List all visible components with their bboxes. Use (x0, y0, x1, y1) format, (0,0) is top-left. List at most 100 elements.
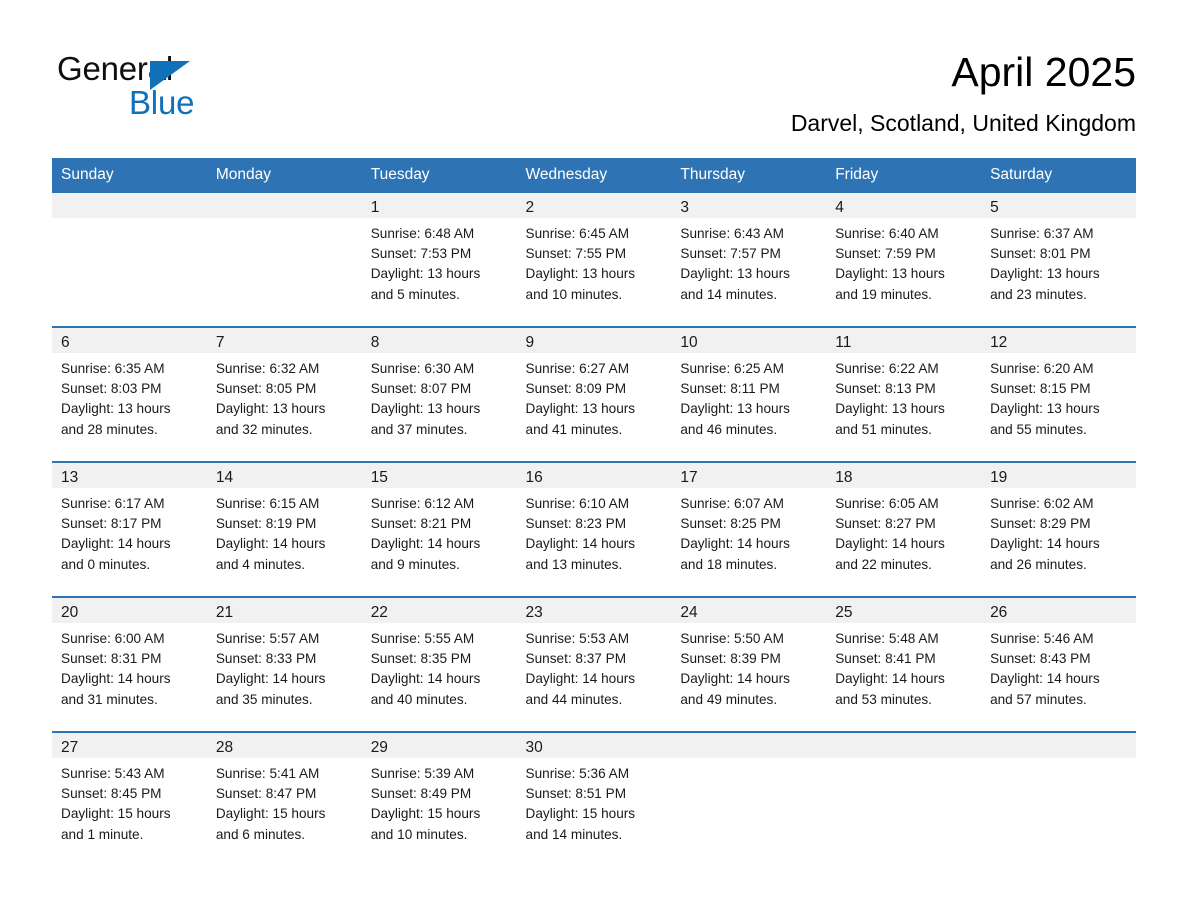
sunrise-text: Sunrise: 6:48 AM (370, 226, 475, 241)
day-number: 18 (826, 463, 982, 488)
daylight-text: Daylight: 14 hours and 0 minutes. (61, 536, 171, 572)
sunrise-text: Sunrise: 5:55 AM (370, 631, 475, 646)
calendar-day-cell[interactable]: 3 Sunrise: 6:43 AM Sunset: 7:57 PM Daylight… (671, 193, 827, 327)
day-cell-inner: 16 Sunrise: 6:10 AM Sunset: 8:23 PM Dayligh… (516, 463, 672, 596)
calendar-day-cell[interactable]: 27 Sunrise: 5:43 AM Sunset: 8:45 PM Dayligh… (52, 731, 207, 853)
day-number: 2 (516, 193, 672, 218)
day-cell-details: Sunrise: 6:20 AM Sunset: 8:15 PM Daylight:… (981, 353, 1136, 440)
calendar-day-cell[interactable]: 21 Sunrise: 5:57 AM Sunset: 8:33 PM Dayligh… (206, 596, 362, 732)
day-cell-details: Sunrise: 6:10 AM Sunset: 8:23 PM Daylight:… (517, 488, 672, 575)
sunrise-text: Sunrise: 6:35 AM (61, 361, 165, 376)
sunset-text: Sunset: 7:53 PM (370, 246, 472, 262)
day-cell-inner: 21 Sunrise: 5:57 AM Sunset: 8:33 PM Dayligh… (206, 598, 362, 731)
daylight-text: Daylight: 15 hours and 14 minutes. (525, 806, 636, 842)
day-cell-details: Sunrise: 6:12 AM Sunset: 8:21 PM Daylight:… (362, 488, 517, 575)
calendar-day-cell[interactable]: 30 Sunrise: 5:36 AM Sunset: 8:51 PM Dayligh… (516, 731, 672, 853)
day-cell-details: Sunrise: 5:57 AM Sunset: 8:33 PM Daylight:… (207, 623, 362, 710)
day-cell-inner: 23 Sunrise: 5:53 AM Sunset: 8:37 PM Dayligh… (516, 598, 672, 731)
sunrise-text: Sunrise: 6:00 AM (61, 631, 165, 646)
sunrise-text: Sunrise: 6:43 AM (680, 226, 784, 241)
sunset-text: Sunset: 8:13 PM (835, 381, 936, 397)
calendar-day-cell[interactable]: 10 Sunrise: 6:25 AM Sunset: 8:11 PM Dayligh… (671, 326, 827, 462)
calendar-day-cell[interactable]: 2 Sunrise: 6:45 AM Sunset: 7:55 PM Daylight… (516, 193, 672, 327)
calendar-day-cell[interactable]: 9 Sunrise: 6:27 AM Sunset: 8:09 PM Daylight… (516, 326, 672, 462)
weekday-header-thursday: Thursday (671, 158, 827, 193)
sunrise-text: Sunrise: 6:40 AM (835, 226, 939, 241)
calendar-day-cell[interactable]: 6 Sunrise: 6:35 AM Sunset: 8:03 PM Daylight… (52, 326, 207, 462)
calendar-day-cell[interactable]: 7 Sunrise: 6:32 AM Sunset: 8:05 PM Daylight… (206, 326, 362, 462)
weekday-header-sunday: Sunday (52, 158, 207, 193)
day-cell-inner: 22 Sunrise: 5:55 AM Sunset: 8:35 PM Dayligh… (361, 598, 517, 731)
calendar-day-cell[interactable]: 28 Sunrise: 5:41 AM Sunset: 8:47 PM Dayligh… (206, 731, 362, 853)
day-number: 10 (671, 328, 827, 353)
calendar-body: 1 Sunrise: 6:48 AM Sunset: 7:53 PM Daylight… (52, 193, 1136, 853)
day-cell-inner (981, 733, 1136, 853)
sunrise-text: Sunrise: 5:57 AM (215, 631, 320, 646)
calendar-day-cell[interactable]: 5 Sunrise: 6:37 AM Sunset: 8:01 PM Daylight… (981, 193, 1136, 327)
calendar-day-cell[interactable]: 19 Sunrise: 6:02 AM Sunset: 8:29 PM Dayligh… (981, 461, 1136, 597)
sunset-text: Sunset: 8:07 PM (370, 381, 472, 397)
sunrise-text: Sunrise: 5:50 AM (680, 631, 784, 646)
day-number: 5 (981, 193, 1136, 218)
calendar-day-cell[interactable]: 11 Sunrise: 6:22 AM Sunset: 8:13 PM Dayligh… (826, 326, 982, 462)
daylight-text: Daylight: 14 hours and 44 minutes. (525, 671, 636, 707)
day-cell-inner: 14 Sunrise: 6:15 AM Sunset: 8:19 PM Dayligh… (206, 463, 362, 596)
sunset-text: Sunset: 8:09 PM (525, 381, 627, 397)
day-cell-inner: 12 Sunrise: 6:20 AM Sunset: 8:15 PM Dayligh… (981, 328, 1136, 461)
sunrise-text: Sunrise: 6:45 AM (525, 226, 630, 241)
calendar-day-cell[interactable]: 4 Sunrise: 6:40 AM Sunset: 7:59 PM Daylight… (826, 193, 982, 327)
calendar-day-cell[interactable]: 24 Sunrise: 5:50 AM Sunset: 8:39 PM Dayligh… (671, 596, 827, 732)
page-title: April 2025 (951, 49, 1136, 95)
day-cell-details: Sunrise: 6:22 AM Sunset: 8:13 PM Daylight:… (826, 353, 981, 440)
calendar-day-cell[interactable]: 14 Sunrise: 6:15 AM Sunset: 8:19 PM Dayligh… (206, 461, 362, 597)
day-number: 14 (206, 463, 362, 488)
day-cell-inner (671, 733, 827, 853)
daylight-text: Daylight: 13 hours and 5 minutes. (370, 266, 481, 302)
calendar-day-cell[interactable]: 26 Sunrise: 5:46 AM Sunset: 8:43 PM Dayligh… (981, 596, 1136, 732)
sunset-text: Sunset: 8:33 PM (215, 651, 317, 667)
sunrise-text: Sunrise: 6:17 AM (61, 496, 165, 511)
sunrise-text: Sunrise: 6:22 AM (835, 361, 939, 376)
calendar-day-cell[interactable]: 8 Sunrise: 6:30 AM Sunset: 8:07 PM Daylight… (361, 326, 517, 462)
day-cell-details: Sunrise: 5:55 AM Sunset: 8:35 PM Daylight:… (362, 623, 517, 710)
calendar-day-cell[interactable]: 16 Sunrise: 6:10 AM Sunset: 8:23 PM Dayligh… (516, 461, 672, 597)
calendar-day-cell[interactable]: 18 Sunrise: 6:05 AM Sunset: 8:27 PM Dayligh… (826, 461, 982, 597)
calendar-day-cell[interactable]: 12 Sunrise: 6:20 AM Sunset: 8:15 PM Dayligh… (981, 326, 1136, 462)
calendar-day-cell[interactable]: 17 Sunrise: 6:07 AM Sunset: 8:25 PM Dayligh… (671, 461, 827, 597)
calendar-table: Sunday Monday Tuesday Wednesday Thursday… (52, 158, 1136, 853)
day-cell-inner: 13 Sunrise: 6:17 AM Sunset: 8:17 PM Dayligh… (52, 463, 207, 596)
day-number (981, 733, 1136, 758)
sunrise-text: Sunrise: 5:36 AM (525, 766, 630, 781)
weekday-header-friday: Friday (826, 158, 982, 193)
calendar-day-cell[interactable]: 23 Sunrise: 5:53 AM Sunset: 8:37 PM Dayligh… (516, 596, 672, 732)
calendar-day-cell[interactable]: 13 Sunrise: 6:17 AM Sunset: 8:17 PM Dayligh… (52, 461, 207, 597)
day-cell-details: Sunrise: 5:36 AM Sunset: 8:51 PM Daylight:… (517, 758, 672, 845)
day-number: 11 (826, 328, 982, 353)
sunset-text: Sunset: 8:43 PM (990, 651, 1091, 667)
daylight-text: Daylight: 14 hours and 53 minutes. (835, 671, 945, 707)
sunrise-text: Sunrise: 6:27 AM (525, 361, 630, 376)
day-number: 24 (671, 598, 827, 623)
day-cell-details: Sunrise: 6:15 AM Sunset: 8:19 PM Daylight:… (207, 488, 362, 575)
calendar-week-row: 6 Sunrise: 6:35 AM Sunset: 8:03 PM Daylight… (52, 326, 1136, 462)
general-blue-logo[interactable]: General Blue (57, 50, 387, 121)
calendar-day-cell-empty (52, 193, 207, 327)
calendar-day-cell[interactable]: 25 Sunrise: 5:48 AM Sunset: 8:41 PM Dayligh… (826, 596, 982, 732)
calendar-day-cell[interactable]: 29 Sunrise: 5:39 AM Sunset: 8:49 PM Dayligh… (361, 731, 517, 853)
calendar-day-cell[interactable]: 20 Sunrise: 6:00 AM Sunset: 8:31 PM Dayligh… (52, 596, 207, 732)
calendar-day-cell[interactable]: 22 Sunrise: 5:55 AM Sunset: 8:35 PM Dayligh… (361, 596, 517, 732)
calendar-day-cell[interactable]: 15 Sunrise: 6:12 AM Sunset: 8:21 PM Dayligh… (361, 461, 517, 597)
calendar-day-cell[interactable]: 1 Sunrise: 6:48 AM Sunset: 7:53 PM Daylight… (361, 193, 517, 327)
sunrise-text: Sunrise: 6:25 AM (680, 361, 784, 376)
weekday-header-saturday: Saturday (981, 158, 1136, 193)
daylight-text: Daylight: 14 hours and 40 minutes. (370, 671, 481, 707)
daylight-text: Daylight: 14 hours and 4 minutes. (215, 536, 326, 572)
sunrise-text: Sunrise: 5:41 AM (215, 766, 320, 781)
calendar-header-row: Sunday Monday Tuesday Wednesday Thursday… (52, 158, 1136, 193)
day-cell-inner: 29 Sunrise: 5:39 AM Sunset: 8:49 PM Dayligh… (361, 733, 517, 853)
daylight-text: Daylight: 13 hours and 28 minutes. (61, 401, 171, 437)
sunset-text: Sunset: 7:59 PM (835, 246, 936, 262)
day-cell-details: Sunrise: 6:32 AM Sunset: 8:05 PM Daylight:… (207, 353, 362, 440)
day-number: 1 (361, 193, 517, 218)
day-cell-inner (826, 733, 982, 853)
